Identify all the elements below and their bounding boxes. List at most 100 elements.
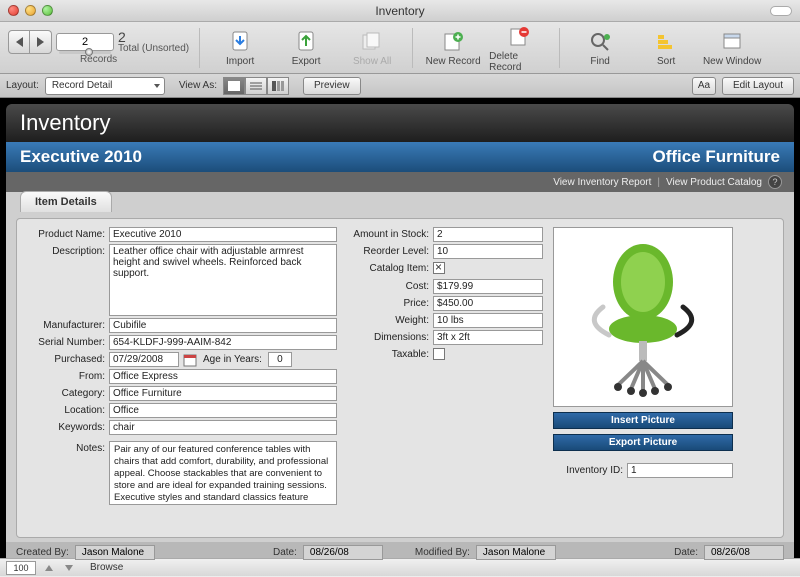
main-toolbar: 2 2 Total (Unsorted) Records Import Expo… [0,22,800,74]
category-label: Category: [25,386,105,399]
product-name-label: Product Name: [25,227,105,240]
dimensions-field[interactable]: 3ft x 2ft [433,330,543,345]
modified-by-value: Jason Malone [476,545,556,560]
reorder-label: Reorder Level: [347,244,429,257]
tab-item-details[interactable]: Item Details [20,191,112,212]
chair-image [573,237,713,397]
location-field[interactable]: Office [109,403,337,418]
from-label: From: [25,369,105,382]
notes-field[interactable]: Pair any of our featured conference tabl… [109,441,337,505]
dimensions-label: Dimensions: [347,330,429,343]
layout-label: Layout: [6,80,39,91]
price-field[interactable]: $450.00 [433,296,543,311]
insert-picture-button[interactable]: Insert Picture [553,412,733,429]
price-label: Price: [347,296,429,309]
created-by-value: Jason Malone [75,545,155,560]
find-button[interactable]: Find [570,28,630,67]
records-label: Records [80,54,117,65]
view-as-buttons [223,77,289,95]
record-status: Total (Unsorted) [118,44,189,54]
zoom-out-icon[interactable] [42,562,56,574]
sort-button[interactable]: Sort [636,28,696,67]
window-titlebar: Inventory [0,0,800,22]
manufacturer-label: Manufacturer: [25,318,105,331]
modified-date-value: 08/26/08 [704,545,784,560]
help-icon[interactable]: ? [768,175,782,189]
inventory-id-field[interactable]: 1 [627,463,733,478]
category-field[interactable]: Office Furniture [109,386,337,401]
preview-button[interactable]: Preview [303,77,361,95]
amount-stock-field[interactable]: 2 [433,227,543,242]
weight-field[interactable]: 10 lbs [433,313,543,328]
description-label: Description: [25,244,105,257]
purchased-field[interactable]: 07/29/2008 [109,352,179,367]
record-category: Office Furniture [652,147,780,167]
manufacturer-field[interactable]: Cubifile [109,318,337,333]
export-picture-button[interactable]: Export Picture [553,434,733,451]
status-bar: 100 Browse [0,558,800,576]
show-all-button[interactable]: Show All [342,28,402,67]
view-list-button[interactable] [245,77,267,95]
age-label: Age in Years: [201,352,264,365]
notes-label: Notes: [25,441,105,505]
new-window-button[interactable]: New Window [702,28,762,67]
view-form-button[interactable] [223,77,245,95]
edit-layout-button[interactable]: Edit Layout [722,77,794,95]
record-count: 2 [118,30,189,44]
inventory-id-label: Inventory ID: [553,463,623,476]
main-content: Inventory Executive 2010 Office Furnitur… [0,98,800,558]
taxable-checkbox[interactable] [433,348,445,360]
layout-bar: Layout: Record Detail View As: Preview A… [0,74,800,98]
catalog-item-checkbox[interactable] [433,262,445,274]
zoom-field[interactable]: 100 [6,561,36,575]
mode-label: Browse [90,562,123,573]
product-picture[interactable] [553,227,733,407]
keywords-label: Keywords: [25,420,105,433]
view-catalog-link[interactable]: View Product Catalog [666,177,762,188]
calendar-icon[interactable] [183,352,197,367]
weight-label: Weight: [347,313,429,326]
modified-date-label: Date: [674,547,698,558]
link-bar: View Inventory Report | View Product Cat… [6,172,794,192]
location-label: Location: [25,403,105,416]
import-button[interactable]: Import [210,28,270,67]
record-header: Executive 2010 Office Furniture [6,142,794,172]
app-header: Inventory [6,104,794,142]
from-field[interactable]: Office Express [109,369,337,384]
export-button[interactable]: Export [276,28,336,67]
record-title: Executive 2010 [20,147,142,167]
taxable-label: Taxable: [347,347,429,360]
new-record-button[interactable]: New Record [423,28,483,67]
delete-record-button[interactable]: Delete Record [489,23,549,73]
cost-field[interactable]: $179.99 [433,279,543,294]
description-field[interactable]: Leather office chair with adjustable arm… [109,244,337,316]
created-by-label: Created By: [16,547,69,558]
record-number-input[interactable]: 2 [56,33,114,51]
window-title: Inventory [0,4,800,18]
modified-by-label: Modified By: [415,547,470,558]
zoom-in-icon[interactable] [62,562,76,574]
serial-field[interactable]: 654-KLDFJ-999-AAIM-842 [109,335,337,350]
created-date-label: Date: [273,547,297,558]
details-panel: Product Name: Executive 2010 Description:… [16,218,784,538]
next-record-button[interactable] [30,30,52,54]
prev-record-button[interactable] [8,30,30,54]
age-field[interactable]: 0 [268,352,292,367]
catalog-item-label: Catalog Item: [347,261,429,274]
serial-label: Serial Number: [25,335,105,348]
layout-select[interactable]: Record Detail [45,77,165,95]
reorder-field[interactable]: 10 [433,244,543,259]
created-date-value: 08/26/08 [303,545,383,560]
product-name-field[interactable]: Executive 2010 [109,227,337,242]
purchased-label: Purchased: [25,352,105,365]
view-as-label: View As: [179,80,217,91]
cost-label: Cost: [347,279,429,292]
view-inventory-link[interactable]: View Inventory Report [553,177,651,188]
keywords-field[interactable]: chair [109,420,337,435]
text-size-button[interactable]: Aa [692,77,716,95]
view-table-button[interactable] [267,77,289,95]
toolbar-toggle-icon[interactable] [770,6,792,16]
record-book-nav [8,30,52,54]
form-body: Item Details Product Name: Executive 2010… [6,192,794,542]
record-slider-knob[interactable] [85,48,93,56]
